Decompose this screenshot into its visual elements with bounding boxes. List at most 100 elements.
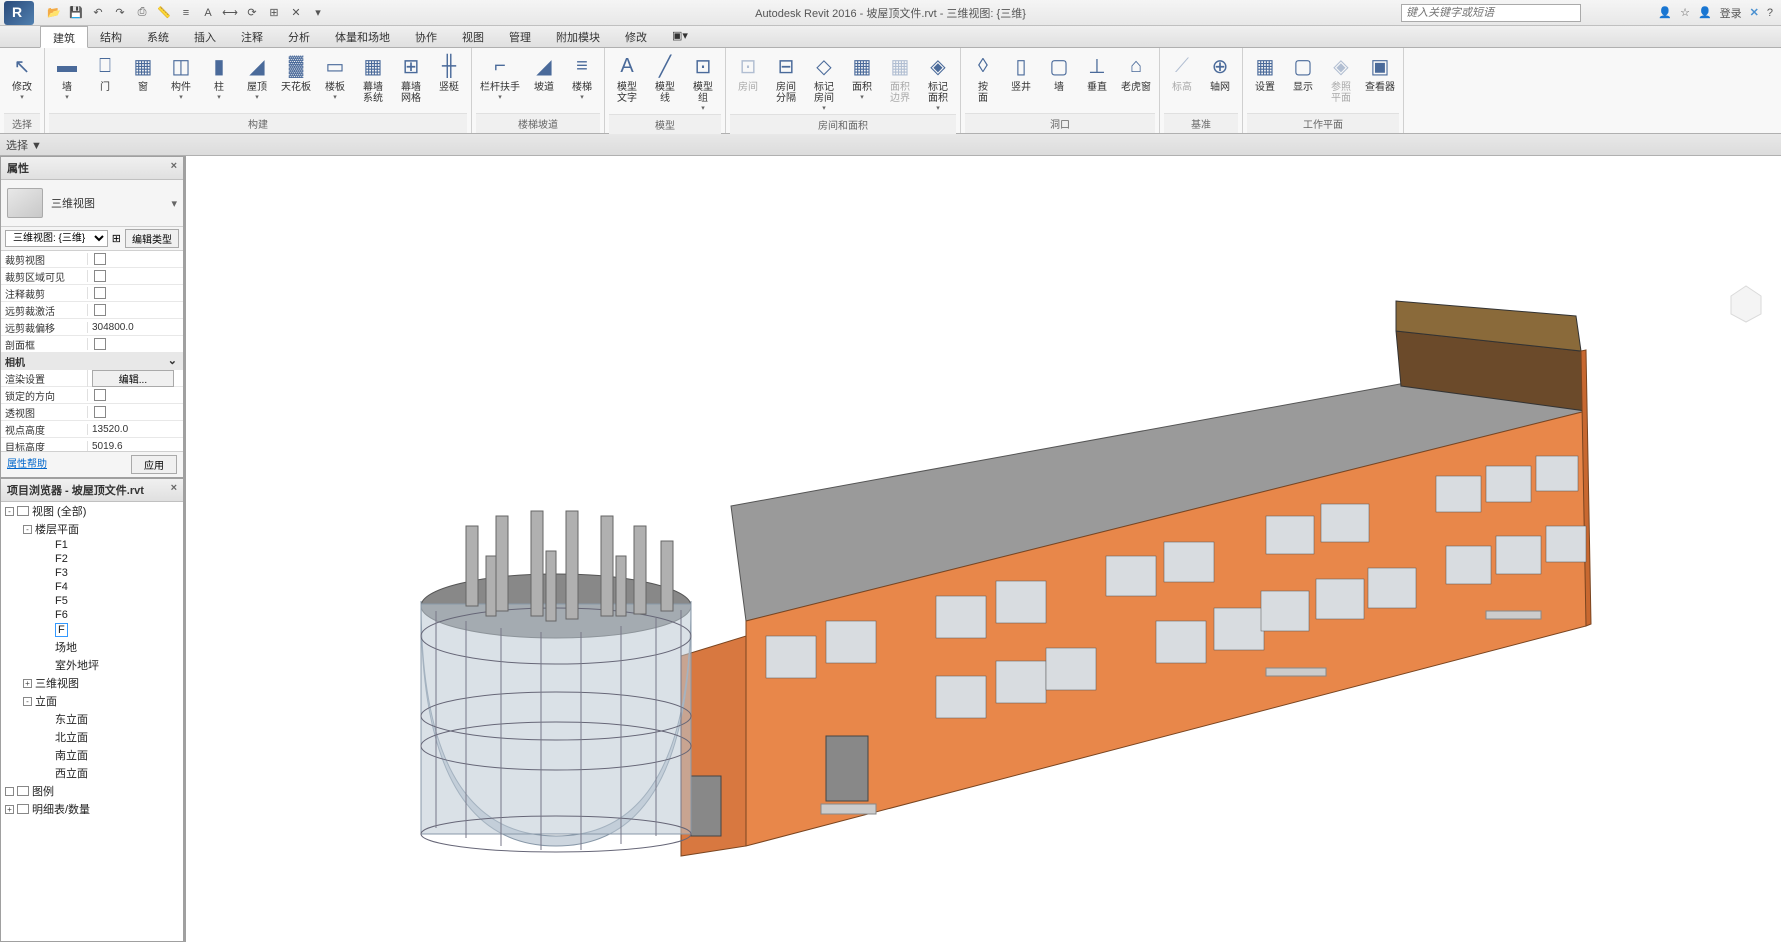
edit-button[interactable]: 编辑...: [92, 370, 174, 387]
property-value[interactable]: [87, 304, 183, 316]
properties-help-link[interactable]: 属性帮助: [7, 455, 47, 474]
tree-item-东立面[interactable]: 东立面: [1, 710, 183, 728]
tab-视图[interactable]: 视图: [450, 26, 497, 47]
tree-item-F6[interactable]: F6: [1, 608, 183, 622]
view-canvas[interactable]: [186, 156, 1781, 942]
ribbon-墙-button[interactable]: ▢墙: [1041, 50, 1077, 95]
apply-button[interactable]: 应用: [131, 455, 177, 474]
property-value[interactable]: [87, 253, 183, 265]
infocenter-icon[interactable]: 👤: [1658, 6, 1672, 19]
app-logo[interactable]: [4, 1, 34, 25]
tree-item-F2[interactable]: F2: [1, 552, 183, 566]
tree-item-F4[interactable]: F4: [1, 580, 183, 594]
ribbon-柱-button[interactable]: ▮柱▾: [201, 50, 237, 103]
checkbox-icon[interactable]: [94, 270, 106, 282]
tab-系统[interactable]: 系统: [135, 26, 182, 47]
ribbon-坡道-button[interactable]: ◢坡道: [526, 50, 562, 95]
tree-toggle-icon[interactable]: +: [23, 679, 32, 688]
checkbox-icon[interactable]: [94, 304, 106, 316]
tree-item-F5[interactable]: F5: [1, 594, 183, 608]
tab-注释[interactable]: 注释: [229, 26, 276, 47]
property-row[interactable]: 裁剪视图: [1, 251, 183, 268]
ribbon-老虎窗-button[interactable]: ⌂老虎窗: [1117, 50, 1155, 95]
property-value[interactable]: 编辑...: [87, 370, 183, 387]
ribbon-面积-button[interactable]: ▦面积▾: [844, 50, 880, 103]
ribbon-竖井-button[interactable]: ▯竖井: [1003, 50, 1039, 95]
project-browser-tree[interactable]: -视图 (全部)-楼层平面F1F2F3F4F5F6F场地室外地坪+三维视图-立面…: [1, 502, 183, 941]
user-icon[interactable]: 👤: [1698, 6, 1712, 19]
tree-item-立面[interactable]: -立面: [1, 692, 183, 710]
property-row[interactable]: 注释裁剪: [1, 285, 183, 302]
tree-toggle-icon[interactable]: -: [5, 507, 14, 516]
select-mode-dropdown[interactable]: 选择 ▼: [6, 137, 42, 153]
edit-type-icon[interactable]: ⊞: [112, 232, 121, 245]
property-value[interactable]: 5019.6: [87, 441, 183, 452]
close-icon[interactable]: ×: [171, 482, 177, 498]
instance-selector[interactable]: 三维视图: {三维}: [5, 230, 108, 247]
ribbon-墙-button[interactable]: ▬墙▾: [49, 50, 85, 103]
tree-item-视图 (全部)[interactable]: -视图 (全部): [1, 502, 183, 520]
tab-体量和场地[interactable]: 体量和场地: [323, 26, 403, 47]
tab-附加模块[interactable]: 附加模块: [544, 26, 613, 47]
ribbon-幕墙网格-button[interactable]: ⊞幕墙 网格: [393, 50, 429, 106]
browser-title-bar[interactable]: 项目浏览器 - 坡屋顶文件.rvt ×: [1, 479, 183, 502]
qat-open-icon[interactable]: 📂: [44, 3, 64, 23]
ribbon-门-button[interactable]: ⎕门: [87, 50, 123, 95]
tree-item-场地[interactable]: 场地: [1, 638, 183, 656]
property-row[interactable]: 剖面框: [1, 336, 183, 353]
tree-item-室外地坪[interactable]: 室外地坪: [1, 656, 183, 674]
property-row[interactable]: 渲染设置编辑...: [1, 370, 183, 387]
tree-toggle-icon[interactable]: -: [23, 525, 32, 534]
tree-item-南立面[interactable]: 南立面: [1, 746, 183, 764]
tree-toggle-icon[interactable]: +: [5, 805, 14, 814]
qat-align-icon[interactable]: ≡: [176, 3, 196, 23]
tab-插入[interactable]: 插入: [182, 26, 229, 47]
property-row[interactable]: 远剪裁激活: [1, 302, 183, 319]
ribbon-模型组-button[interactable]: ⊡模型 组▾: [685, 50, 721, 114]
qat-sync-icon[interactable]: ⟳: [242, 3, 262, 23]
properties-grid[interactable]: 裁剪视图裁剪区域可见注释裁剪远剪裁激活远剪裁偏移304800.0剖面框相机⌄渲染…: [1, 251, 183, 451]
tree-item-三维视图[interactable]: +三维视图: [1, 674, 183, 692]
qat-undo-icon[interactable]: ↶: [88, 3, 108, 23]
tree-item-F1[interactable]: F1: [1, 538, 183, 552]
ribbon-房间分隔-button[interactable]: ⊟房间 分隔: [768, 50, 804, 106]
property-value[interactable]: [87, 338, 183, 350]
qat-dim-icon[interactable]: ⟷: [220, 3, 240, 23]
ribbon-楼梯-button[interactable]: ≡楼梯▾: [564, 50, 600, 103]
ribbon-显示-button[interactable]: ▢显示: [1285, 50, 1321, 95]
properties-title-bar[interactable]: 属性 ×: [1, 157, 183, 180]
tree-item-F3[interactable]: F3: [1, 566, 183, 580]
ribbon-查看器-button[interactable]: ▣查看器: [1361, 50, 1399, 95]
tree-toggle-icon[interactable]: -: [23, 697, 32, 706]
qat-measure-icon[interactable]: 📏: [154, 3, 174, 23]
ribbon-楼板-button[interactable]: ▭楼板▾: [317, 50, 353, 103]
property-row[interactable]: 裁剪区域可见: [1, 268, 183, 285]
tree-item-楼层平面[interactable]: -楼层平面: [1, 520, 183, 538]
tab-extra[interactable]: ▣▾: [660, 26, 701, 47]
qat-print-icon[interactable]: ⎙: [132, 3, 152, 23]
ribbon-垂直-button[interactable]: ⊥垂直: [1079, 50, 1115, 95]
type-selector[interactable]: 三维视图 ▾: [1, 180, 183, 227]
ribbon-模型文字-button[interactable]: A模型 文字: [609, 50, 645, 106]
ribbon-构件-button[interactable]: ◫构件▾: [163, 50, 199, 103]
edit-type-button[interactable]: 编辑类型: [125, 229, 179, 248]
close-icon[interactable]: ×: [171, 160, 177, 176]
qat-dropdown-icon[interactable]: ▾: [308, 3, 328, 23]
property-row[interactable]: 视点高度13520.0: [1, 421, 183, 438]
ribbon-屋顶-button[interactable]: ◢屋顶▾: [239, 50, 275, 103]
ribbon-按面-button[interactable]: ◊按 面: [965, 50, 1001, 106]
checkbox-icon[interactable]: [94, 287, 106, 299]
property-row[interactable]: 目标高度5019.6: [1, 438, 183, 451]
ribbon-幕墙系统-button[interactable]: ▦幕墙 系统: [355, 50, 391, 106]
ribbon-标记房间-button[interactable]: ◇标记 房间▾: [806, 50, 842, 114]
checkbox-icon[interactable]: [94, 338, 106, 350]
ribbon-模型线-button[interactable]: ╱模型 线: [647, 50, 683, 106]
favorites-icon[interactable]: ☆: [1680, 6, 1690, 19]
qat-close-icon[interactable]: ✕: [286, 3, 306, 23]
ribbon-竖梃-button[interactable]: ╫竖梃: [431, 50, 467, 95]
property-row[interactable]: 远剪裁偏移304800.0: [1, 319, 183, 336]
ribbon-窗-button[interactable]: ▦窗: [125, 50, 161, 95]
help-icon[interactable]: ?: [1767, 7, 1773, 19]
exchange-icon[interactable]: ✕: [1750, 6, 1759, 19]
ribbon-修改-button[interactable]: ↖修改▾: [4, 50, 40, 103]
